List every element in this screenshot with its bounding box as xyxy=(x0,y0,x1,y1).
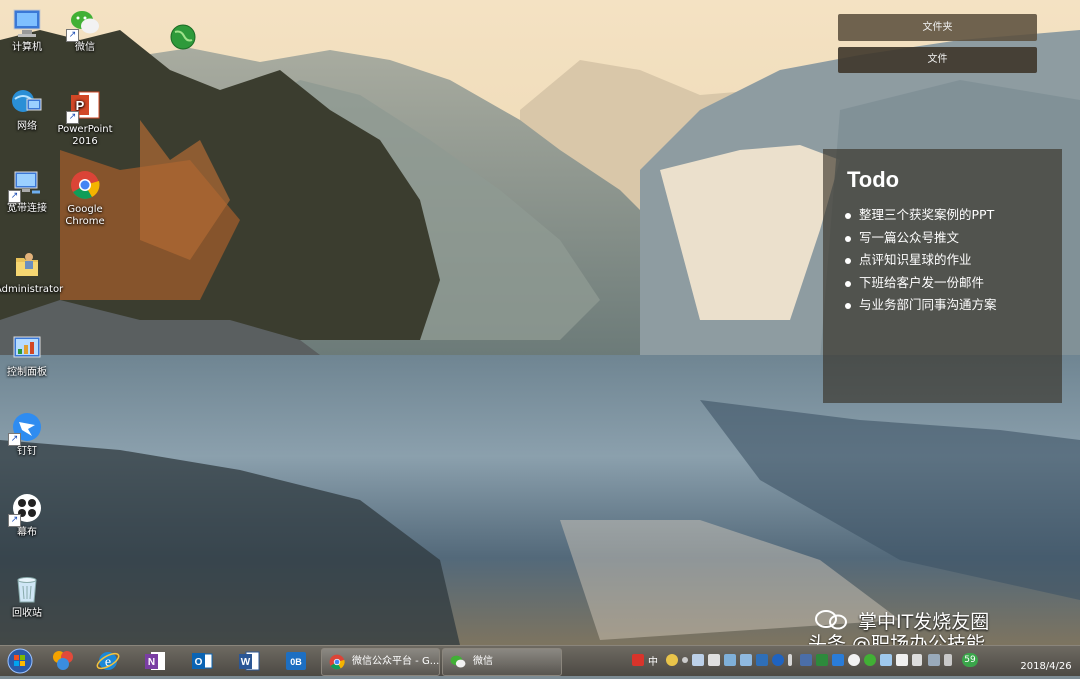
desktop-icon-control-panel[interactable]: 控制面板 xyxy=(0,331,59,379)
todo-item: 与业务部门同事沟通方案 xyxy=(845,294,997,317)
desktop-icon-label: 宽带连接 xyxy=(7,203,47,214)
windows-logo-icon xyxy=(7,648,33,674)
computer-icon xyxy=(13,9,41,37)
globe-icon xyxy=(170,24,196,50)
network-icon xyxy=(12,90,42,112)
desktop-icon-dingtalk[interactable]: ↗ 钉钉 xyxy=(0,410,59,458)
arrow-icon[interactable] xyxy=(944,654,952,666)
todo-item: 点评知识星球的作业 xyxy=(845,249,997,272)
ime-indicator[interactable]: 中 xyxy=(648,653,658,668)
wechat-icon xyxy=(450,655,466,668)
flag-icon[interactable] xyxy=(896,654,908,666)
taskbar-pin-ppt-tool[interactable] xyxy=(48,648,78,674)
help-icon[interactable] xyxy=(772,654,784,666)
task-label: 微信 xyxy=(473,656,493,667)
todo-list: 整理三个获奖案例的PPT 写一篇公众号推文 点评知识星球的作业 下班给客户发一份… xyxy=(845,204,997,317)
task-label: 微信公众平台 - G... xyxy=(352,656,440,667)
svg-text:N: N xyxy=(148,657,155,668)
teamviewer-icon[interactable] xyxy=(832,654,844,666)
todo-title: Todo xyxy=(847,167,900,192)
desktop-icon-label: 网络 xyxy=(17,121,37,132)
desktop-icon-label: PowerPoint 2016 xyxy=(57,124,113,147)
taskbar-pin-outlook[interactable]: O xyxy=(187,648,217,674)
pen-icon[interactable] xyxy=(788,654,792,666)
recycle-bin-icon xyxy=(17,577,37,603)
todo-item: 整理三个获奖案例的PPT xyxy=(845,204,997,227)
internet-explorer-icon: e xyxy=(96,652,120,670)
app-icon[interactable] xyxy=(756,654,768,666)
desktop-icon-label: Google Chrome xyxy=(65,204,105,227)
onenote-icon: N xyxy=(145,652,165,670)
desktop-icon-globe[interactable] xyxy=(151,20,215,56)
desktop-icon-broadband[interactable]: ↗ 宽带连接 xyxy=(0,167,59,215)
display-icon[interactable] xyxy=(740,654,752,666)
taskbar-pin-onedrive[interactable]: 0B xyxy=(281,648,311,674)
keyboard-icon[interactable] xyxy=(692,654,704,666)
desktop-icon-label: 回收站 xyxy=(12,608,42,619)
taskbar-pin-ie[interactable]: e xyxy=(93,648,123,674)
todo-widget: Todo 整理三个获奖案例的PPT 写一篇公众号推文 点评知识星球的作业 下班给… xyxy=(823,149,1062,403)
moon-icon[interactable] xyxy=(666,654,678,666)
taskbar-pin-onenote[interactable]: N xyxy=(140,648,170,674)
desktop-icon-chrome[interactable]: Google Chrome xyxy=(53,168,117,228)
desktop-icon-mubu[interactable]: ↗ 幕布 xyxy=(0,491,59,539)
taskbar: e N O W 0B 微信公众平台 - G... 微信 中 59 2018/4/… xyxy=(0,645,1080,676)
desktop-icon-administrator[interactable]: Administrator xyxy=(0,248,64,296)
desktop-icon-recycle-bin[interactable]: 回收站 xyxy=(0,572,59,620)
taskbar-pin-word[interactable]: W xyxy=(234,648,264,674)
chrome-icon xyxy=(71,171,100,199)
control-panel-icon xyxy=(13,336,41,358)
desktop-icon-label: 计算机 xyxy=(12,42,42,53)
mail-icon[interactable] xyxy=(632,654,644,666)
outlook-icon: O xyxy=(192,653,213,669)
desktop-icon-label: Administrator xyxy=(0,284,64,295)
shortcut-arrow-icon: ↗ xyxy=(8,514,21,527)
chrome-icon xyxy=(329,654,345,670)
volume-icon[interactable] xyxy=(912,654,922,666)
shortcut-arrow-icon: ↗ xyxy=(8,433,21,446)
folder-button[interactable]: 文件夹 xyxy=(838,14,1037,41)
security-icon[interactable] xyxy=(724,654,736,666)
todo-item: 写一篇公众号推文 xyxy=(845,227,997,250)
system-tray: 中 59 xyxy=(628,646,1008,676)
watermark: 掌中IT发烧友圈 头条 @职场办公技能 xyxy=(806,603,1056,655)
todo-item: 下班给客户发一份邮件 xyxy=(845,272,997,295)
file-button[interactable]: 文件 xyxy=(838,47,1037,73)
taskbar-task-wechat[interactable]: 微信 xyxy=(442,648,562,676)
window-icon[interactable] xyxy=(800,654,812,666)
desktop-icon-powerpoint[interactable]: P ↗ PowerPoint 2016 xyxy=(53,88,117,148)
desktop-icon-network[interactable]: 网络 xyxy=(0,85,59,133)
start-button[interactable] xyxy=(3,647,37,675)
taskbar-task-chrome[interactable]: 微信公众平台 - G... xyxy=(321,648,440,676)
wechat-logo-icon xyxy=(815,610,847,630)
svg-text:O: O xyxy=(195,657,203,668)
system-clock[interactable]: 2018/4/26 xyxy=(1012,646,1080,676)
shortcut-arrow-icon: ↗ xyxy=(66,111,79,124)
network-tray-icon[interactable] xyxy=(880,654,892,666)
ppt-tool-icon xyxy=(53,651,73,670)
shortcut-arrow-icon: ↗ xyxy=(66,29,79,42)
word-icon: W xyxy=(239,651,260,671)
qq-icon[interactable] xyxy=(848,654,860,666)
badge-counter[interactable]: 59 xyxy=(962,653,978,667)
settings-icon[interactable] xyxy=(708,654,720,666)
desktop-icon-label: 控制面板 xyxy=(7,367,47,378)
clock-date: 2018/4/26 xyxy=(1020,661,1072,672)
desktop-icon-computer[interactable]: 计算机 xyxy=(0,6,59,54)
onedrive-icon: 0B xyxy=(286,652,306,670)
svg-text:W: W xyxy=(241,657,251,668)
desktop-icon-label: 钉钉 xyxy=(17,446,37,457)
shield-icon[interactable] xyxy=(816,654,828,666)
wechat-tray-icon[interactable] xyxy=(864,654,876,666)
desktop-icon-wechat[interactable]: ↗ 微信 xyxy=(53,6,117,54)
desktop-icon-label: 微信 xyxy=(75,42,95,53)
shortcut-arrow-icon: ↗ xyxy=(8,190,21,203)
svg-text:0B: 0B xyxy=(290,657,302,667)
desktop-icon-label: 幕布 xyxy=(17,527,37,538)
dot-icon[interactable] xyxy=(682,657,688,663)
user-folder-icon xyxy=(16,253,38,276)
pc-icon[interactable] xyxy=(928,654,940,666)
